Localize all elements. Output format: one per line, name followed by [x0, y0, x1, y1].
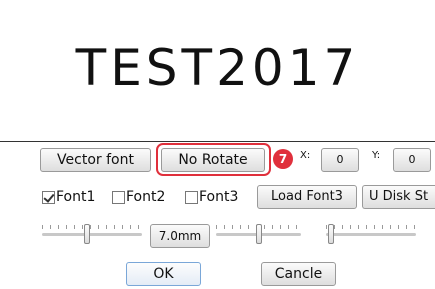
font3-option[interactable]: Font3 — [185, 189, 238, 205]
y-value-button[interactable]: 0 — [393, 148, 431, 172]
preview-text: TEST2017 — [75, 39, 360, 97]
check-icon — [43, 190, 55, 203]
font1-label: Font1 — [56, 189, 96, 205]
font1-checkbox[interactable] — [42, 190, 55, 204]
ok-button[interactable]: OK — [126, 262, 201, 286]
y-label: Y: — [372, 150, 381, 161]
size-slider-left[interactable] — [42, 220, 142, 250]
font2-checkbox[interactable] — [112, 190, 125, 204]
udisk-button[interactable]: U Disk St — [362, 185, 435, 209]
no-rotate-button[interactable]: No Rotate — [161, 148, 265, 172]
slider-thumb[interactable] — [328, 224, 334, 244]
vector-font-button[interactable]: Vector font — [40, 148, 151, 172]
size-value-button[interactable]: 7.0mm — [150, 224, 210, 248]
font1-option[interactable]: Font1 — [42, 189, 95, 205]
slider-track — [326, 233, 416, 236]
divider — [0, 141, 435, 142]
font2-option[interactable]: Font2 — [112, 189, 165, 205]
slider-thumb[interactable] — [256, 224, 262, 244]
slider-ticks — [326, 225, 416, 229]
x-value-button[interactable]: 0 — [321, 148, 359, 172]
size-slider-middle[interactable] — [216, 220, 301, 250]
font2-label: Font2 — [126, 189, 166, 205]
slider-thumb[interactable] — [84, 224, 90, 244]
font3-label: Font3 — [199, 189, 239, 205]
x-label: X: — [300, 150, 311, 161]
slider-ticks — [42, 225, 142, 229]
step-badge: 7 — [273, 149, 293, 169]
slider-track — [42, 233, 142, 236]
load-font3-button[interactable]: Load Font3 — [257, 185, 357, 209]
size-slider-right[interactable] — [326, 220, 416, 250]
font3-checkbox[interactable] — [185, 190, 198, 204]
cancel-button[interactable]: Cancle — [261, 262, 336, 286]
